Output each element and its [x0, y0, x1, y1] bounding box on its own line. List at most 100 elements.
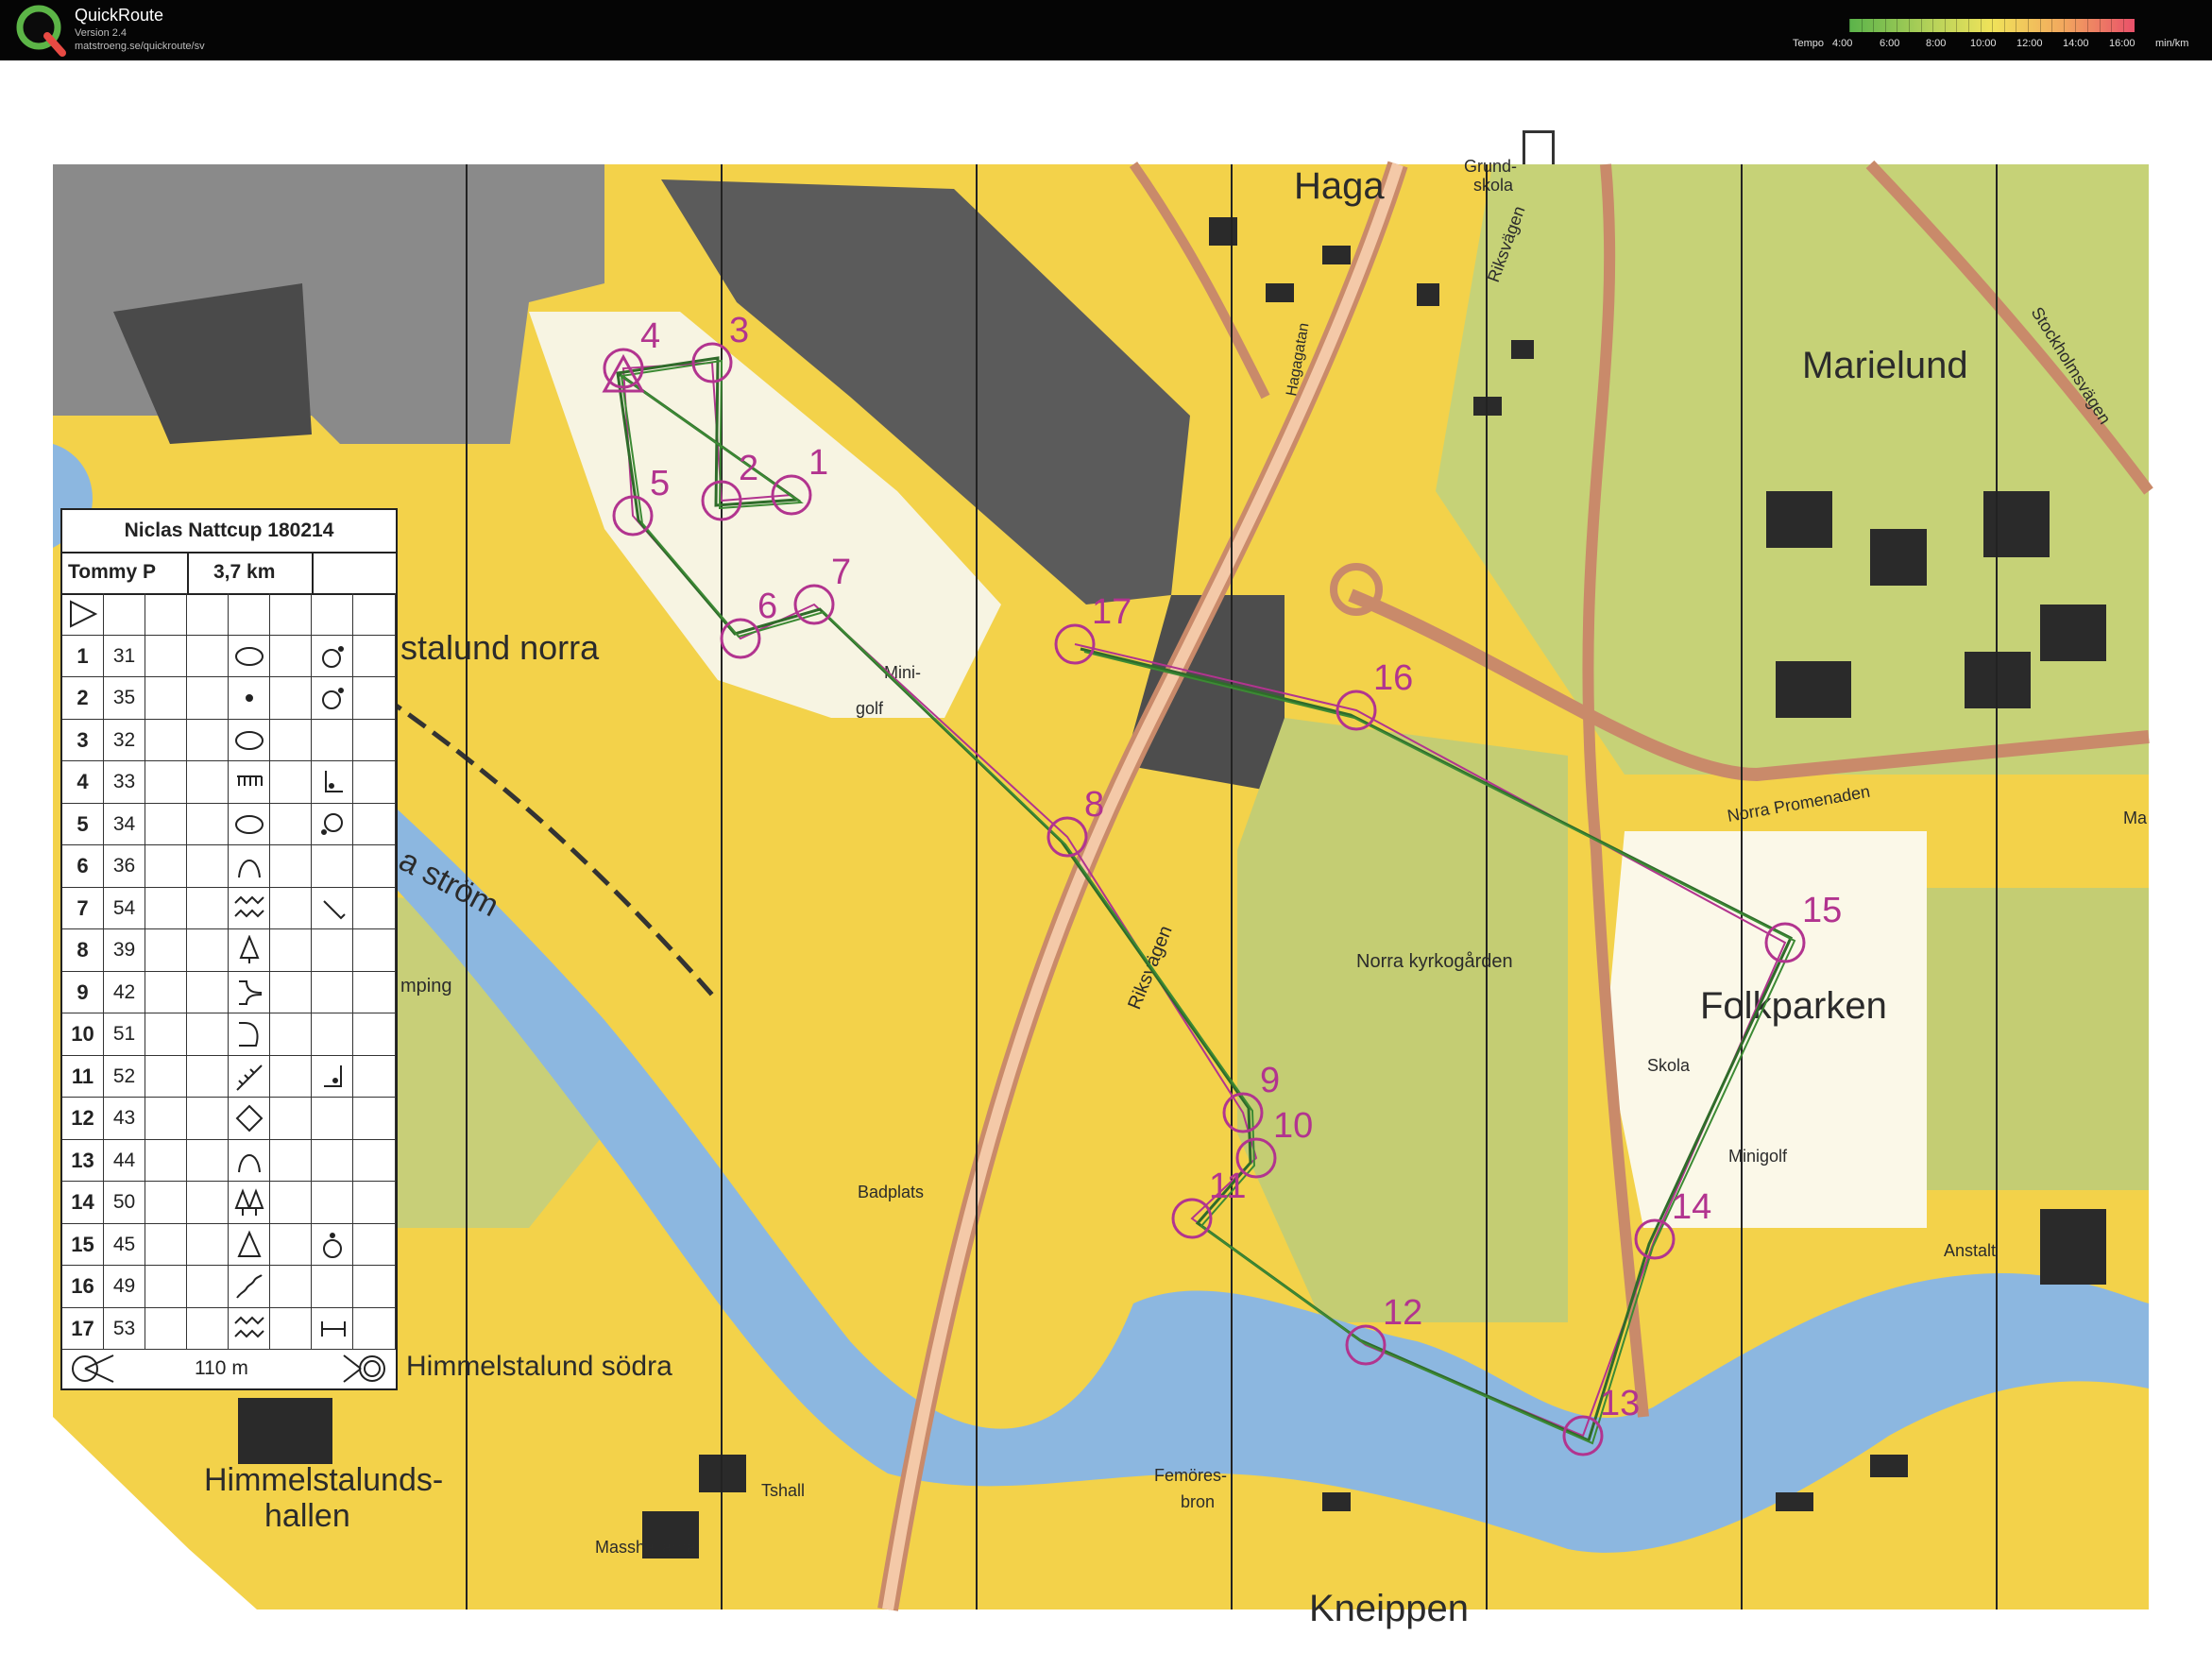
- description-cell: [312, 1182, 353, 1223]
- control-no: 2: [62, 677, 104, 719]
- tempo-tick-label: 6:00: [1880, 38, 1900, 49]
- description-row: 9 42: [62, 971, 396, 1013]
- description-cell: [145, 887, 187, 929]
- description-row: 10 51: [62, 1013, 396, 1056]
- description-cell: [187, 1013, 229, 1055]
- control-no: 3: [62, 719, 104, 761]
- description-cell: [145, 803, 187, 845]
- control-no: 16: [62, 1266, 104, 1307]
- description-cell: [312, 1139, 353, 1182]
- control-no: 6: [62, 845, 104, 887]
- description-cell: [353, 719, 396, 761]
- description-cell: [187, 761, 229, 803]
- course-distance: 3,7 km: [213, 561, 276, 583]
- control-number: 4: [640, 316, 660, 356]
- location-detail-icon: [321, 812, 343, 835]
- finish-distance: 110 m: [195, 1357, 248, 1379]
- description-cell: [270, 677, 312, 719]
- description-cell: [145, 1266, 187, 1307]
- feature-symbol-icon: [235, 730, 264, 750]
- tempo-tick-label: 16:00: [2109, 38, 2135, 49]
- control-no: 4: [62, 761, 104, 803]
- description-cell: [145, 1139, 187, 1182]
- map-label-kneippen: Kneippen: [1309, 1588, 1469, 1629]
- feature-symbol-icon: [237, 775, 263, 786]
- description-cell: [145, 1223, 187, 1266]
- description-cell: [312, 1266, 353, 1307]
- description-cell: [187, 971, 229, 1013]
- start-row: [62, 593, 396, 636]
- finish-circle-icon: [343, 1354, 385, 1383]
- control-number: 11: [1209, 1167, 1246, 1206]
- control-code: 44: [104, 1139, 145, 1182]
- feature-symbol-icon: [236, 1274, 263, 1299]
- tempo-color-scale: [1849, 19, 2135, 32]
- description-cell: [353, 1223, 396, 1266]
- location-detail-icon: [324, 1064, 342, 1087]
- tempo-tick-label: 8:00: [1926, 38, 1947, 49]
- map-label-himmelstalundshallen: hallen: [264, 1498, 350, 1534]
- control-number: 8: [1084, 785, 1104, 825]
- control-number: 12: [1383, 1293, 1422, 1333]
- control-number: 13: [1600, 1384, 1640, 1423]
- control-no: 7: [62, 887, 104, 929]
- feature-symbol-icon: [238, 1153, 261, 1172]
- description-cell: [187, 1307, 229, 1350]
- control-code: 42: [104, 971, 145, 1013]
- description-row: 4 33: [62, 761, 396, 804]
- description-cell: [270, 1055, 312, 1098]
- description-cell: [270, 1307, 312, 1350]
- location-detail-icon: [322, 645, 344, 668]
- description-cell: [187, 1055, 229, 1098]
- description-cell: [270, 761, 312, 803]
- description-cell: [187, 1266, 229, 1307]
- description-cell: [353, 803, 396, 845]
- description-cell: [270, 1223, 312, 1266]
- control-code: 32: [104, 719, 145, 761]
- map-label-tshall: Tshall: [761, 1481, 805, 1500]
- description-row: 1 31: [62, 635, 396, 677]
- description-cell: [270, 719, 312, 761]
- tempo-tick-label: 10:00: [1970, 38, 1997, 49]
- description-row: 15 45: [62, 1223, 396, 1266]
- control-number: 14: [1672, 1187, 1711, 1227]
- description-cell: [145, 845, 187, 887]
- runner-name: Tommy P: [68, 561, 156, 583]
- map-label-grundskola: skola: [1473, 176, 1514, 195]
- map-label-camping: mping: [400, 976, 451, 996]
- map-label-grundskola: Grund-: [1464, 157, 1517, 176]
- control-number: 9: [1260, 1061, 1280, 1100]
- control-number: 17: [1092, 592, 1132, 632]
- tempo-tick-label: 12:00: [2016, 38, 2043, 49]
- control-code: 34: [104, 803, 145, 845]
- control-code: 51: [104, 1013, 145, 1055]
- description-cell: [187, 1098, 229, 1139]
- description-cell: [353, 887, 396, 929]
- description-cell: [353, 635, 396, 677]
- description-cell: [187, 845, 229, 887]
- description-cell: [312, 929, 353, 971]
- description-row: 12 43: [62, 1098, 396, 1140]
- map-label-folkparken: Folkparken: [1700, 985, 1887, 1027]
- description-cell: [145, 1182, 187, 1223]
- description-row: 8 39: [62, 929, 396, 972]
- location-detail-icon: [325, 771, 343, 792]
- finish-row: 110 m: [62, 1348, 396, 1388]
- description-cell: [187, 1223, 229, 1266]
- description-cell: [353, 971, 396, 1013]
- control-code: 45: [104, 1223, 145, 1266]
- description-row: 3 32: [62, 719, 396, 761]
- description-row: 5 34: [62, 803, 396, 845]
- runner-info-row: Tommy P 3,7 km: [62, 552, 396, 595]
- description-cell: [270, 1013, 312, 1055]
- feature-symbol-icon: [239, 979, 263, 1005]
- control-code: 33: [104, 761, 145, 803]
- description-row: 14 50: [62, 1182, 396, 1224]
- description-cell: [353, 1098, 396, 1139]
- feature-symbol-icon: [234, 895, 264, 917]
- control-no: 8: [62, 929, 104, 971]
- control-number: 7: [831, 553, 851, 592]
- description-row: 11 52: [62, 1055, 396, 1098]
- description-cell: [187, 1139, 229, 1182]
- map-label-masshallarna: Masshallarna: [595, 1538, 697, 1557]
